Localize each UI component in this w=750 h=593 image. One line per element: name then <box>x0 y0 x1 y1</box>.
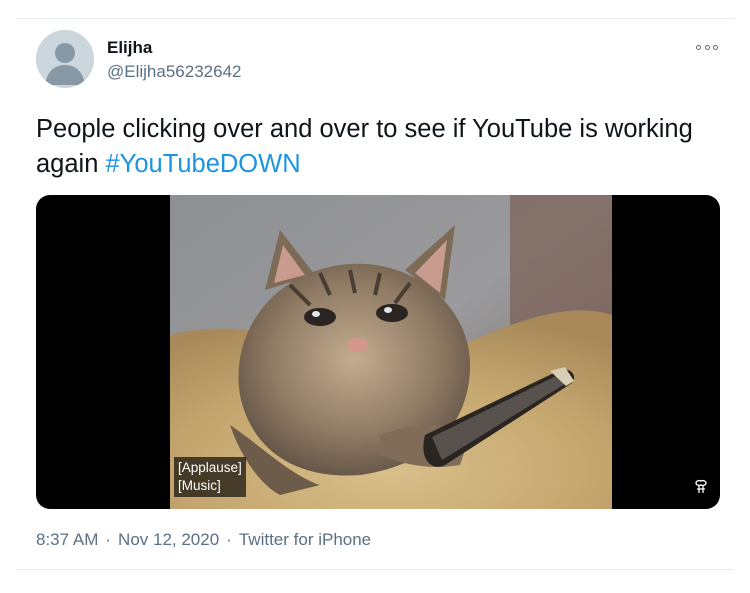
more-options-icon[interactable] <box>696 40 718 54</box>
tweet-date[interactable]: Nov 12, 2020 <box>118 530 219 549</box>
tweet-meta: 8:37 AM · Nov 12, 2020 · Twitter for iPhone <box>36 530 371 550</box>
dot <box>704 44 710 50</box>
user-handle[interactable]: @Elijha56232642 <box>107 62 241 82</box>
tweet-source[interactable]: Twitter for iPhone <box>239 530 371 549</box>
avatar[interactable] <box>36 30 94 88</box>
caption-line: [Applause] <box>178 460 242 475</box>
tweet-text: People clicking over and over to see if … <box>36 112 716 182</box>
meta-separator: · <box>105 530 112 549</box>
dot <box>713 44 718 50</box>
default-profile-icon <box>36 30 94 88</box>
meta-separator: · <box>226 530 232 549</box>
gif-badge-icon[interactable] <box>692 478 710 496</box>
media-video[interactable]: [Applause] [Music] <box>36 195 720 509</box>
hashtag-link[interactable]: #YouTubeDOWN <box>105 150 300 178</box>
caption-line: [Music] <box>178 478 221 493</box>
display-name[interactable]: Elijha <box>107 38 152 58</box>
video-captions: [Applause] [Music] <box>174 457 246 497</box>
tweet-time[interactable]: 8:37 AM <box>36 530 98 549</box>
dot <box>696 44 701 50</box>
